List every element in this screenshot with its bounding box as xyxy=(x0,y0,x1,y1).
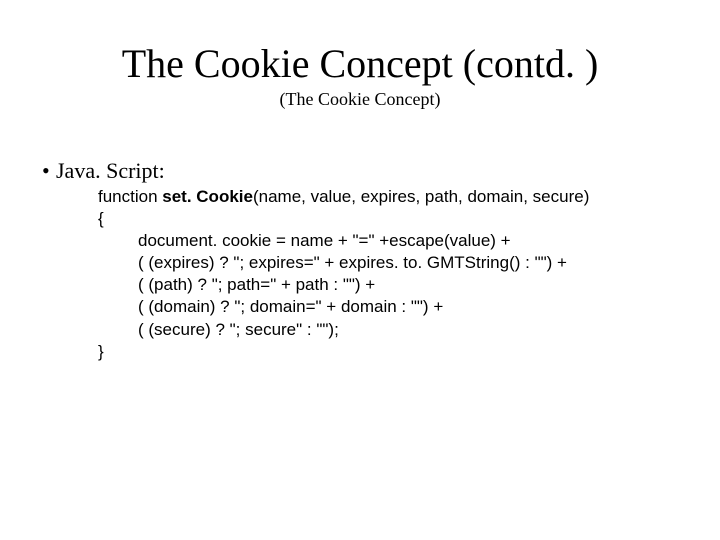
code-text: document. cookie = name + "=" +escape(va… xyxy=(138,231,511,250)
code-line: function set. Cookie(name, value, expire… xyxy=(98,186,680,208)
code-text: function xyxy=(98,187,162,206)
code-line: ( (secure) ? "; secure" : ""); xyxy=(98,319,680,341)
code-text: ( (expires) ? "; expires=" + expires. to… xyxy=(138,253,567,272)
code-line: ( (domain) ? "; domain=" + domain : "") … xyxy=(98,296,680,318)
page-subtitle: (The Cookie Concept) xyxy=(40,89,680,110)
code-line: { xyxy=(98,208,680,230)
page-title: The Cookie Concept (contd. ) xyxy=(40,40,680,87)
bullet-label: Java. Script: xyxy=(56,158,165,183)
code-line: ( (path) ? "; path=" + path : "") + xyxy=(98,274,680,296)
slide: The Cookie Concept (contd. ) (The Cookie… xyxy=(0,0,720,540)
code-line: document. cookie = name + "=" +escape(va… xyxy=(98,230,680,252)
code-text: ( (path) ? "; path=" + path : "") + xyxy=(138,275,375,294)
function-name: set. Cookie xyxy=(162,187,253,206)
code-block: function set. Cookie(name, value, expire… xyxy=(40,186,680,363)
bullet-marker: • xyxy=(42,158,56,184)
code-line: } xyxy=(98,341,680,363)
code-text: ( (domain) ? "; domain=" + domain : "") … xyxy=(138,297,443,316)
code-text: ( (secure) ? "; secure" : ""); xyxy=(138,320,339,339)
code-line: ( (expires) ? "; expires=" + expires. to… xyxy=(98,252,680,274)
bullet-javascript: •Java. Script: xyxy=(40,158,680,184)
code-text: (name, value, expires, path, domain, sec… xyxy=(253,187,589,206)
